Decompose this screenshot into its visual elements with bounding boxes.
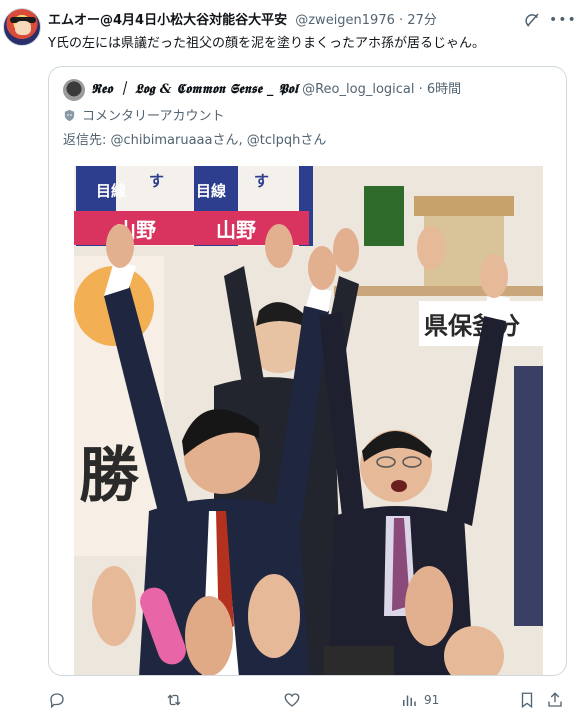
tweet: エムオー@4月4日小松大谷対能谷大平安 @zweigen1976 · 27分 •…: [0, 0, 574, 719]
tweet-text: Y氏の左には県議だった祖父の顔を泥を塗りまくったアホ孫が居るじゃん。: [48, 36, 485, 51]
views-icon: [403, 695, 416, 706]
reply-mention-2[interactable]: @tclpqh: [247, 133, 301, 148]
share-icon: [548, 692, 562, 707]
bookmark-button[interactable]: [518, 686, 536, 714]
like-icon: [284, 693, 300, 707]
separator-dot: ·: [399, 13, 404, 28]
more-icon[interactable]: •••: [549, 11, 574, 29]
account-label-text: コメンタリーアカウント: [82, 109, 225, 124]
grok-icon[interactable]: [523, 11, 541, 29]
post-time[interactable]: 27分: [407, 13, 437, 28]
retweet-icon: [167, 694, 181, 706]
poster-left-sub: す: [149, 172, 164, 190]
share-button[interactable]: [546, 686, 564, 714]
poster-left-tag: 目線: [96, 182, 126, 200]
avatar-face: [15, 21, 31, 35]
action-bar: 91: [0, 686, 574, 714]
views-button[interactable]: 91: [400, 686, 439, 714]
reply-suffix: さん: [300, 133, 327, 148]
shield-icon: [64, 109, 75, 122]
quoted-avatar[interactable]: [63, 79, 85, 101]
reply-icon: [50, 693, 64, 709]
user-avatar[interactable]: [3, 8, 41, 46]
reply-to-line: 返信先: @chibimaruaaaさん, @tclpqhさん: [63, 131, 326, 151]
quoted-tweet[interactable]: 𝕽𝖊𝖔 ｜ 𝕷𝖔𝖌 & 𝕮𝖔𝖒𝖒𝖔𝖓 𝕾𝖊𝖓𝖘𝖊 _ 𝕻𝖔𝖑 @Reo_log_…: [48, 66, 567, 676]
reply-button[interactable]: [48, 686, 66, 714]
reply-mention-1[interactable]: @chibimaruaaa: [111, 133, 213, 148]
like-button[interactable]: [283, 686, 301, 714]
quoted-handle[interactable]: @Reo_log_logical: [302, 82, 414, 97]
quoted-time[interactable]: 6時間: [427, 82, 461, 97]
poster-right-tag: 目線: [196, 182, 226, 200]
user-handle[interactable]: @zweigen1976: [295, 13, 395, 28]
poster-right-name: 山野: [216, 218, 256, 242]
bookmark-icon: [521, 692, 533, 709]
poster-right-sub: す: [254, 172, 269, 190]
display-name[interactable]: エムオー@4月4日小松大谷対能谷大平安: [48, 13, 287, 28]
tweet-header: エムオー@4月4日小松大谷対能谷大平安 @zweigen1976 · 27分: [48, 11, 524, 31]
banner-left: 勝: [79, 441, 140, 511]
quoted-separator-dot: ·: [418, 82, 423, 97]
reply-mid: さん,: [212, 133, 247, 148]
retweet-button[interactable]: [165, 686, 183, 714]
quoted-header: 𝕽𝖊𝖔 ｜ 𝕷𝖔𝖌 & 𝕮𝖔𝖒𝖒𝖔𝖓 𝕾𝖊𝖓𝖘𝖊 _ 𝕻𝖔𝖑 @Reo_log_…: [91, 79, 561, 101]
account-label: コメンタリーアカウント: [63, 107, 224, 127]
photo-scene: 目線 目線 す す 山野 山野 勝 県保釜分: [74, 166, 543, 675]
quoted-display-name[interactable]: 𝕽𝖊𝖔 ｜ 𝕷𝖔𝖌 & 𝕮𝖔𝖒𝖒𝖔𝖓 𝕾𝖊𝖓𝖘𝖊 _ 𝕻𝖔𝖑: [91, 82, 298, 97]
views-count: 91: [424, 693, 440, 707]
reply-prefix: 返信先:: [63, 133, 111, 148]
attached-photo[interactable]: 目線 目線 す す 山野 山野 勝 県保釜分: [74, 166, 543, 675]
